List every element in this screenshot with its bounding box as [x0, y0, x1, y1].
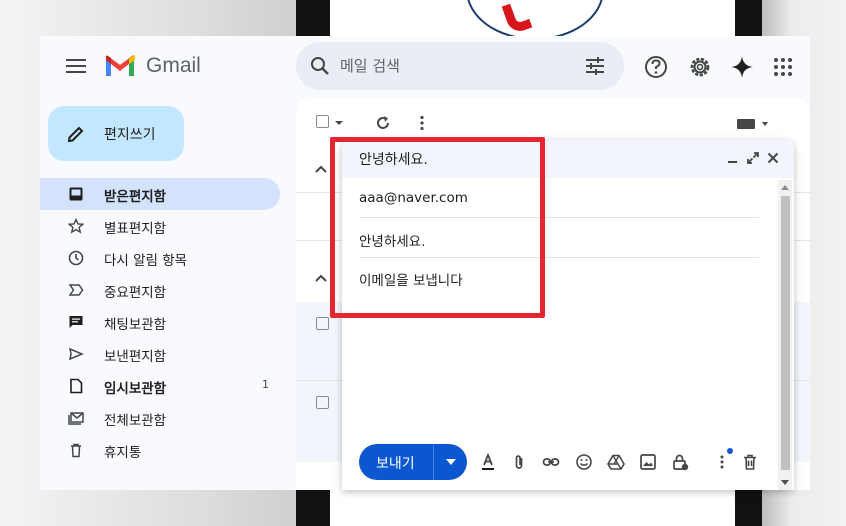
refresh-icon[interactable] — [374, 114, 392, 132]
sidebar-item-label: 채팅보관함 — [104, 317, 167, 333]
sidebar-item-label: 전체보관함 — [104, 413, 167, 429]
insert-photo-icon[interactable] — [639, 453, 657, 471]
sidebar-item-snoozed[interactable]: 다시 알림 항목 — [40, 242, 280, 274]
collapse-section-icon[interactable] — [314, 164, 328, 174]
scroll-down-icon[interactable] — [781, 480, 789, 486]
sidebar-item-label: 받은편지함 — [104, 189, 167, 205]
sidebar-item-important[interactable]: 중요편지함 — [40, 274, 280, 306]
discard-draft-icon[interactable] — [741, 453, 759, 471]
settings-icon[interactable] — [687, 54, 713, 80]
attach-file-icon[interactable] — [510, 453, 528, 471]
drafts-count: 1 — [262, 378, 269, 391]
sidebar-item-inbox[interactable]: 받은편지함 — [40, 178, 280, 210]
important-icon — [68, 284, 84, 296]
compose-button[interactable]: 편지쓰기 — [48, 106, 184, 161]
insert-link-icon[interactable] — [542, 453, 560, 471]
gmail-brand[interactable]: Gmail — [146, 54, 201, 78]
sidebar-item-chats[interactable]: 채팅보관함 — [40, 306, 280, 338]
search-options-icon[interactable] — [584, 56, 606, 76]
select-all-checkbox[interactable] — [316, 115, 329, 128]
send-icon — [68, 347, 84, 361]
close-icon[interactable] — [766, 151, 780, 165]
notification-dot — [727, 448, 733, 454]
scroll-up-icon[interactable] — [781, 184, 789, 190]
sidebar-item-label: 휴지통 — [104, 445, 142, 461]
sidebar-item-label: 중요편지함 — [104, 285, 167, 301]
sidebar-item-sent[interactable]: 보낸편지함 — [40, 338, 280, 370]
scrollbar-thumb[interactable] — [781, 196, 790, 470]
trash-icon — [71, 443, 81, 458]
sidebar-item-starred[interactable]: 별표편지함 — [40, 210, 280, 242]
sidebar: 편지쓰기 받은편지함 별표편지함 다시 알림 항목 중요편지함 채팅보관함 보낸… — [40, 98, 296, 490]
all-mail-icon — [68, 412, 84, 425]
help-icon[interactable] — [643, 54, 669, 80]
more-vert-icon[interactable] — [413, 114, 431, 132]
keyboard-icon[interactable] — [736, 118, 770, 130]
sidebar-item-drafts[interactable]: 임시보관함 1 — [40, 370, 280, 402]
formatting-options-icon[interactable] — [479, 453, 497, 471]
sidebar-item-trash[interactable]: 휴지통 — [40, 434, 280, 466]
confidential-mode-icon[interactable] — [671, 453, 689, 471]
fullscreen-icon[interactable] — [746, 151, 760, 165]
sidebar-item-all-mail[interactable]: 전체보관함 — [40, 402, 280, 434]
more-options-icon[interactable] — [713, 453, 731, 471]
gmail-logo-icon[interactable] — [104, 54, 136, 78]
row-checkbox[interactable] — [316, 396, 329, 409]
search-icon[interactable] — [310, 56, 330, 76]
apps-grid-icon[interactable] — [770, 54, 796, 80]
draft-icon — [70, 378, 83, 394]
sidebar-item-label: 별표편지함 — [104, 221, 167, 237]
search-bar[interactable] — [296, 42, 624, 90]
send-button[interactable]: 보내기 — [359, 444, 467, 480]
search-input[interactable] — [340, 54, 560, 78]
top-bar: Gmail — [40, 36, 810, 98]
gemini-icon[interactable] — [729, 54, 755, 80]
nav-list: 받은편지함 별표편지함 다시 알림 항목 중요편지함 채팅보관함 보낸편지함 임… — [40, 178, 296, 466]
select-dropdown-icon[interactable] — [334, 119, 344, 127]
send-label: 보내기 — [376, 455, 415, 471]
sidebar-item-label: 보낸편지함 — [104, 349, 167, 365]
sidebar-item-label: 임시보관함 — [104, 381, 167, 397]
star-icon — [68, 218, 84, 234]
pencil-icon — [67, 126, 84, 143]
inbox-icon — [69, 187, 83, 201]
drive-icon[interactable] — [607, 453, 625, 471]
schedule-send-dropdown-icon[interactable] — [446, 459, 456, 465]
chat-icon — [69, 316, 83, 328]
menu-icon[interactable] — [66, 59, 86, 73]
collapse-section-icon[interactable] — [314, 273, 328, 283]
minimize-icon[interactable] — [726, 151, 740, 165]
clock-icon — [68, 250, 84, 266]
sidebar-item-label: 다시 알림 항목 — [104, 253, 188, 269]
send-divider — [433, 444, 434, 480]
row-checkbox[interactable] — [316, 317, 329, 330]
compose-label: 편지쓰기 — [104, 126, 156, 142]
emoji-icon[interactable] — [575, 453, 593, 471]
highlight-box — [330, 137, 545, 318]
